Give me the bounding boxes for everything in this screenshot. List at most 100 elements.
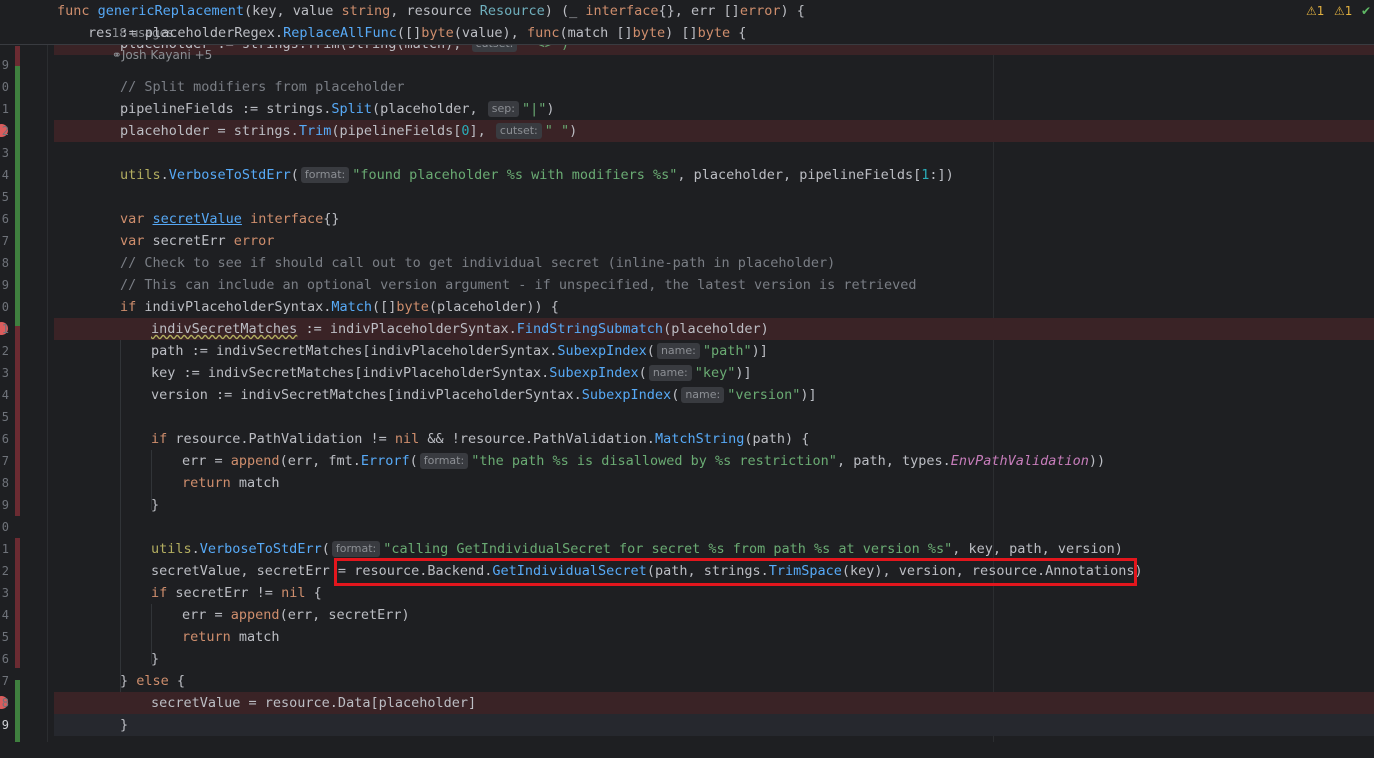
code-line[interactable]: if indivPlaceholderSyntax.Match([]byte(p… [54,296,1374,318]
code-text: secretErr [144,233,234,249]
inlay-hint: cutset: [495,123,542,139]
code-text: := indivPlaceholderSyntax. [297,321,517,337]
sticky-line-res[interactable]: res := placeholderRegex.ReplaceAllFunc([… [54,22,1374,44]
code-line[interactable]: pipelineFields := strings.Split(placehol… [54,98,1374,120]
function-call: FindStringSubmatch [516,321,664,337]
code-line[interactable]: err = append(err, fmt.Errorf(format: "the… [54,450,1374,472]
function-call: Match [331,299,372,315]
warning-indicator[interactable]: ⚠1 [1334,4,1352,18]
inlay-hint: name: [681,387,725,403]
code-line-breakpoint[interactable]: secretValue = resource.Data[placeholder] [54,692,1374,714]
keyword: func [57,3,90,19]
code-line[interactable]: // Check to see if should call out to ge… [54,252,1374,274]
code-line[interactable]: path := indivSecretMatches[indivPlacehol… [54,340,1374,362]
function-call: VerboseToStdErr [199,541,322,557]
code-text: indivSecretMatches [151,321,298,337]
code-text: , resource [390,3,480,19]
function-call: SubexpIndex [581,387,672,403]
code-text: secretErr != [167,585,282,601]
line-number: 9 [1,498,9,512]
code-text: && !resource.PathValidation. [419,431,655,447]
sticky-scroll-header[interactable]: func genericReplacement(key, value strin… [0,0,1374,62]
code-text: { [168,673,186,689]
type-name: byte [421,25,454,41]
keyword: var [120,233,145,249]
code-text: match [230,629,280,645]
code-text: )] [800,387,817,403]
vcs-modified-marker[interactable] [15,46,20,66]
code-line[interactable]: err = append(err, secretErr) [54,604,1374,626]
check-icon[interactable]: ✔ [1361,4,1371,18]
code-line[interactable]: } else { [54,670,1374,692]
code-text: ( [321,541,330,557]
code-line[interactable]: utils.VerboseToStdErr(format: "calling Ge… [54,538,1374,560]
variable-declaration[interactable]: secretValue [153,211,242,227]
code-text: {} [323,211,340,227]
code-line[interactable]: // This can include an optional version … [54,274,1374,296]
line-number: 2 [1,344,9,358]
inlay-hint: format: [331,541,381,557]
code-text: )) [1088,453,1106,469]
line-number: 3 [1,146,9,160]
code-line[interactable]: key := indivSecretMatches[indivPlacehold… [54,362,1374,384]
code-line[interactable]: if resource.PathValidation != nil && !re… [54,428,1374,450]
line-number: 1 [1,322,9,336]
code-text: (err, secretErr) [279,607,410,623]
line-number: 7 [1,454,9,468]
vcs-added-marker[interactable] [15,66,20,326]
person-icon: ⚭ [111,48,122,62]
line-number: 1 [1,102,9,116]
line-number: 2 [1,564,9,578]
author-link[interactable]: Josh Kayani +5 [122,48,212,62]
string-literal: "found placeholder %s with modifiers %s" [352,167,678,183]
code-text: ) [569,123,578,139]
type-name: byte [396,299,429,315]
code-text: (placeholder, [371,101,486,117]
code-line[interactable]: return match [54,472,1374,494]
warning-indicator[interactable]: ⚠1 [1306,4,1324,18]
code-text: } [120,673,137,689]
line-number: 5 [1,410,9,424]
code-line-current[interactable]: } [54,714,1374,736]
function-name[interactable]: genericReplacement [98,3,244,19]
string-literal: " " [544,123,570,139]
code-text: } [120,717,129,733]
code-line-breakpoint[interactable]: indivSecretMatches := indivPlaceholderSy… [54,318,1374,340]
line-number: 4 [1,388,9,402]
sticky-line-signature[interactable]: func genericReplacement(key, value strin… [54,0,1374,62]
vcs-modified-marker[interactable] [15,538,20,668]
code-line[interactable]: } [54,648,1374,670]
code-line[interactable]: return match [54,626,1374,648]
vcs-modified-marker[interactable] [15,326,20,516]
comment: // Check to see if should call out to ge… [120,255,836,271]
line-number: 5 [1,190,9,204]
function-call: MatchString [654,431,745,447]
code-text: ) [] [665,25,698,41]
line-number: 2 [1,124,9,138]
code-text: resource.PathValidation != [167,431,395,447]
code-line[interactable]: var secretValue interface{} [54,208,1374,230]
keyword: var [120,211,145,227]
type-name: byte [632,25,666,41]
keyword: interface [250,211,324,227]
string-literal: "the path %s is disallowed by %s restric… [471,453,837,469]
code-line-breakpoint[interactable]: placeholder = strings.Trim(pipelineField… [54,120,1374,142]
code-text: ( [646,343,655,359]
line-number: 5 [1,630,9,644]
code-line[interactable]: } [54,494,1374,516]
keyword: nil [394,431,420,447]
function-call: SubexpIndex [549,365,639,381]
code-text: version := indivSecretMatches[indivPlace… [151,387,582,403]
code-line[interactable]: utils.VerboseToStdErr(format: "found plac… [54,164,1374,186]
line-number: 4 [1,608,9,622]
vcs-added-marker[interactable] [15,680,20,742]
inlay-hint: format: [300,167,350,183]
function-call: ReplaceAllFunc [283,25,397,41]
line-number: 4 [1,168,9,182]
keyword: if [151,431,168,447]
code-text: (key, value [243,3,342,19]
keyword: return [182,475,231,491]
code-line[interactable]: var secretErr error [54,230,1374,252]
code-text: ( [290,167,299,183]
code-line[interactable]: version := indivSecretMatches[indivPlace… [54,384,1374,406]
